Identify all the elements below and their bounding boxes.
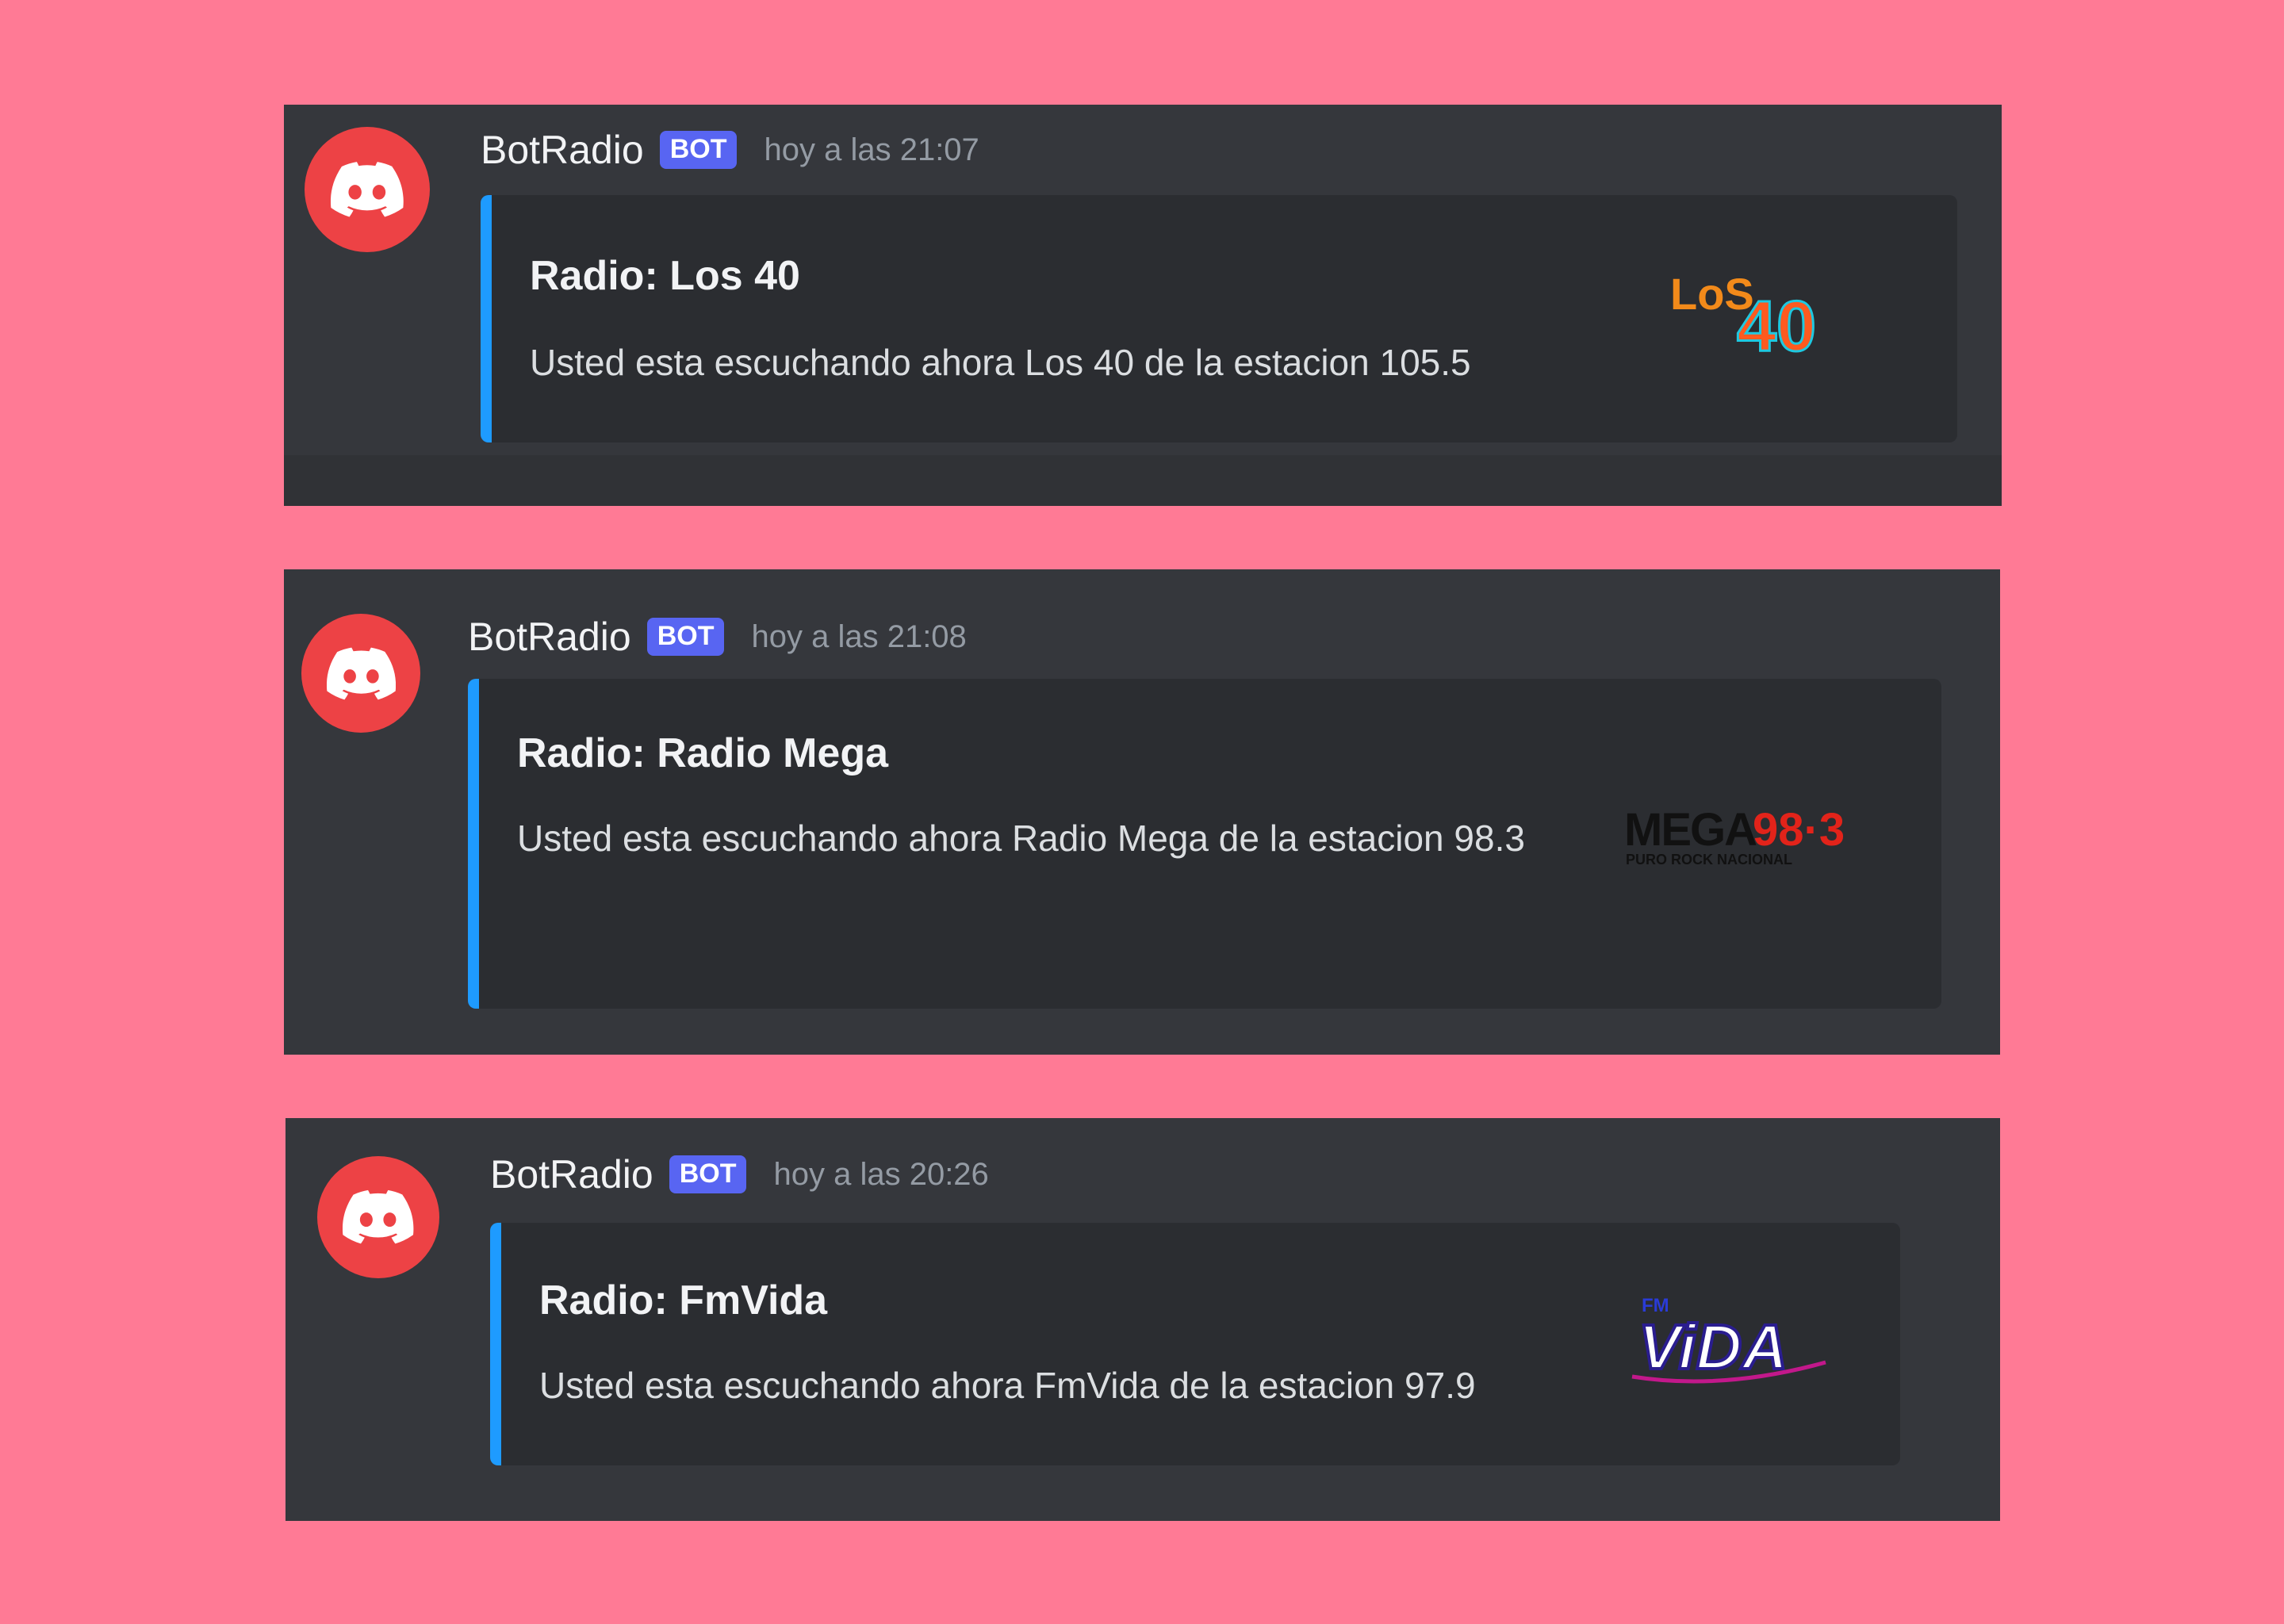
- message-header: BotRadio BOT hoy a las 20:26: [490, 1151, 989, 1197]
- message-card: BotRadio BOT hoy a las 21:08 Radio: Radi…: [284, 569, 2000, 1055]
- avatar[interactable]: [305, 127, 430, 252]
- logo-number: 98·3: [1753, 806, 1845, 856]
- discord-icon: [331, 162, 404, 217]
- embed-title: Radio: Radio Mega: [517, 730, 889, 776]
- fmvida-logo: FM ViDA: [1631, 1295, 1826, 1384]
- embed-title: Radio: Los 40: [530, 253, 800, 299]
- embed-description: Usted esta escuchando ahora Radio Mega d…: [517, 818, 1525, 859]
- author-name[interactable]: BotRadio: [490, 1151, 653, 1197]
- message-card: BotRadio BOT hoy a las 20:26 Radio: FmVi…: [286, 1118, 2000, 1521]
- embed-description: Usted esta escuchando ahora Los 40 de la…: [530, 342, 1471, 383]
- embed-title: Radio: FmVida: [539, 1277, 828, 1323]
- station-thumbnail[interactable]: MEGA 98·3 PURO ROCK NACIONAL: [1624, 804, 1854, 877]
- radio-embed: Radio: Los 40 Usted esta escuchando ahor…: [481, 195, 1957, 442]
- bot-badge: BOT: [646, 618, 725, 656]
- timestamp: hoy a las 21:08: [751, 619, 967, 654]
- discord-icon: [343, 1190, 414, 1244]
- message-divider: [284, 455, 2002, 506]
- message-card: BotRadio BOT hoy a las 21:07 Radio: Los …: [284, 105, 2002, 506]
- logo-tagline: PURO ROCK NACIONAL: [1626, 852, 1792, 868]
- radio-embed: Radio: FmVida Usted esta escuchando ahor…: [490, 1223, 1900, 1465]
- avatar[interactable]: [317, 1156, 439, 1278]
- logo-number: 40: [1737, 287, 1816, 366]
- embed-description: Usted esta escuchando ahora FmVida de la…: [539, 1365, 1476, 1406]
- timestamp: hoy a las 21:07: [764, 132, 979, 167]
- timestamp: hoy a las 20:26: [773, 1156, 989, 1192]
- station-thumbnail[interactable]: FM ViDA: [1627, 1289, 1834, 1392]
- message-header: BotRadio BOT hoy a las 21:08: [468, 614, 967, 660]
- bot-badge: BOT: [659, 131, 738, 169]
- author-name[interactable]: BotRadio: [481, 127, 644, 173]
- bot-badge: BOT: [669, 1155, 747, 1193]
- message-header: BotRadio BOT hoy a las 21:07: [481, 127, 979, 173]
- los40-logo: LoS 40: [1670, 269, 1818, 368]
- discord-icon: [326, 647, 396, 699]
- logo-text: ViDA: [1638, 1312, 1788, 1382]
- mega-logo: MEGA 98·3 PURO ROCK NACIONAL: [1624, 804, 1845, 868]
- avatar[interactable]: [301, 614, 420, 733]
- logo-text: MEGA: [1624, 806, 1757, 856]
- author-name[interactable]: BotRadio: [468, 614, 631, 660]
- station-thumbnail[interactable]: LoS 40: [1669, 259, 1851, 370]
- radio-embed: Radio: Radio Mega Usted esta escuchando …: [468, 679, 1941, 1009]
